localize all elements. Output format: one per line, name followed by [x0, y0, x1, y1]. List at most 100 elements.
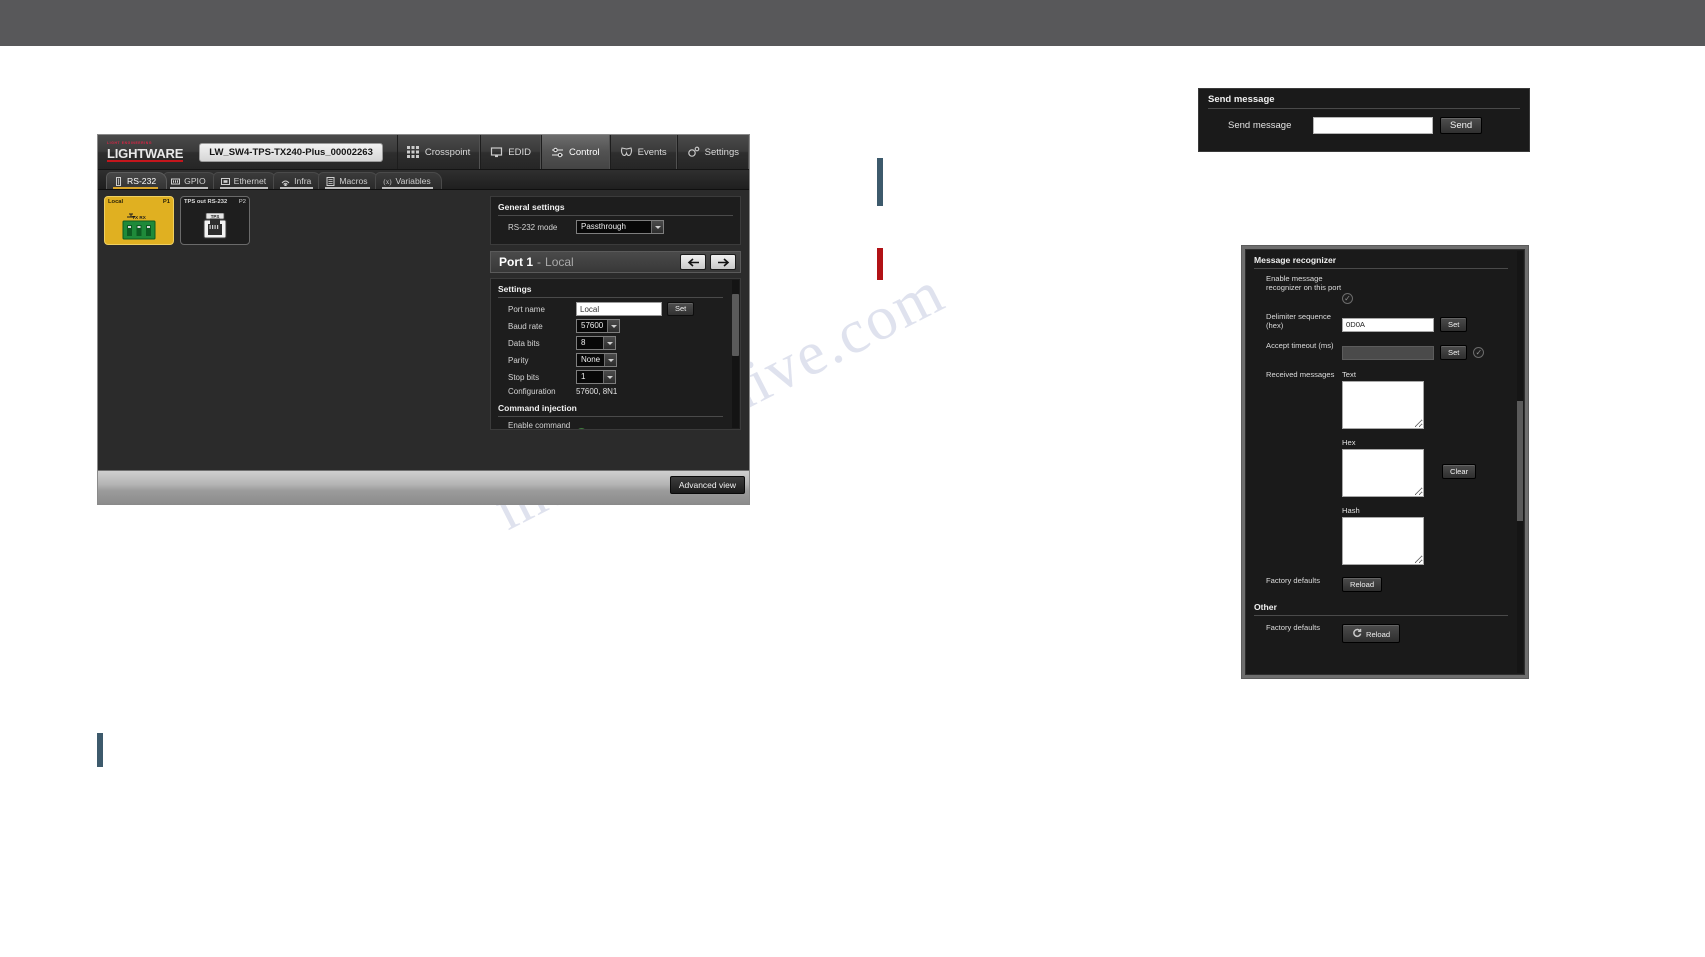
arrow-right-icon — [717, 257, 729, 267]
received-hex-caption: Hex — [1342, 438, 1356, 447]
x-var-icon: (x) — [383, 177, 392, 186]
port-name-input[interactable] — [576, 302, 662, 316]
menu-label-crosspoint: Crosspoint — [424, 146, 471, 158]
received-hex-area[interactable] — [1342, 449, 1424, 497]
tab-rs232[interactable]: RS-232 — [106, 172, 168, 189]
received-messages-label: Received messages — [1266, 370, 1335, 379]
device-name-field[interactable]: LW_SW4-TPS-TX240-Plus_00002263 — [199, 142, 383, 162]
delimiter-input[interactable] — [1342, 317, 1434, 332]
port-row: Local P1 TX RX TPS out RS-232 P2 TPS — [104, 196, 486, 245]
baud-rate-select[interactable]: 57600 — [576, 319, 621, 333]
enable-command-injection-checkbox[interactable]: ✓ — [576, 428, 587, 429]
accept-timeout-checkbox[interactable]: ✓ — [1473, 347, 1485, 358]
prev-port-button[interactable] — [680, 254, 706, 270]
menu-item-edid[interactable]: EDID — [480, 135, 541, 169]
other-factory-defaults-label: Factory defaults — [1266, 623, 1321, 632]
chevron-down-icon — [604, 354, 617, 366]
general-settings-title: General settings — [498, 202, 733, 216]
menu-label-control: Control — [569, 146, 600, 158]
other-reload-button[interactable]: Reload — [1342, 624, 1401, 643]
port-card-p2[interactable]: TPS out RS-232 P2 TPS — [180, 196, 250, 245]
scrollbar-thumb[interactable] — [1517, 401, 1523, 521]
stop-bits-value: 1 — [581, 372, 586, 381]
delimiter-label: Delimiter sequence (hex) — [1266, 312, 1331, 331]
port-card-p1-index: P1 — [162, 199, 170, 205]
baud-rate-label: Baud rate — [508, 321, 543, 331]
tab-gpio[interactable]: GPIO — [163, 172, 217, 189]
tab-strip: RS-232 GPIO Ethernet Infra Macros (x) Va… — [98, 170, 749, 190]
command-injection-title: Command injection — [498, 403, 723, 417]
port-card-p1[interactable]: Local P1 TX RX — [104, 196, 174, 245]
advanced-view-button[interactable]: Advanced view — [669, 476, 745, 494]
tab-infra[interactable]: Infra — [273, 172, 323, 189]
enable-command-injection-row: Enable command injection ✓ — [498, 421, 733, 429]
accept-timeout-row: Accept timeout (ms) Set ✓ — [1254, 341, 1516, 360]
data-bits-value: 8 — [581, 338, 586, 347]
tab-label-gpio: GPIO — [184, 176, 206, 186]
received-hash-area[interactable] — [1342, 517, 1424, 565]
message-recognizer-scrollbar[interactable] — [1517, 251, 1523, 673]
enable-recognizer-control: ✓ — [1342, 274, 1353, 304]
baud-rate-row: Baud rate 57600 — [498, 319, 733, 333]
other-section-title: Other — [1254, 602, 1508, 616]
recognizer-reload-button[interactable]: Reload — [1342, 577, 1383, 592]
data-bits-select[interactable]: 8 — [576, 336, 616, 350]
svg-text:(x): (x) — [383, 178, 392, 186]
menu-label-settings: Settings — [704, 146, 739, 158]
menu-item-events[interactable]: Events — [609, 135, 677, 169]
callout-mark-red — [877, 248, 883, 280]
tab-variables[interactable]: (x) Variables — [374, 172, 442, 189]
menu-label-edid: EDID — [508, 146, 531, 158]
configuration-label: Configuration — [508, 387, 556, 396]
settings-scrollbar[interactable] — [732, 280, 739, 428]
next-port-button[interactable] — [710, 254, 736, 270]
tab-label-infra: Infra — [294, 176, 312, 186]
menu-item-control[interactable]: Control — [541, 135, 610, 169]
logo-tagline: LIGHT ENGINEERING — [107, 140, 153, 145]
menu-item-settings[interactable]: Settings — [676, 135, 749, 169]
lightware-device-controller-window: LIGHT ENGINEERING LIGHTWARE LW_SW4-TPS-T… — [97, 134, 750, 505]
page-top-band — [0, 0, 1705, 46]
parity-select[interactable]: None — [576, 353, 618, 367]
send-button[interactable]: Send — [1440, 117, 1483, 134]
clear-received-button[interactable]: Clear — [1442, 464, 1477, 479]
main-body: Local P1 TX RX TPS out RS-232 P2 TPS Gen… — [98, 190, 749, 490]
other-factory-defaults-control: Reload — [1342, 623, 1401, 643]
rs232-mode-select[interactable]: Passthrough — [576, 220, 664, 234]
enable-recognizer-checkbox[interactable]: ✓ — [1342, 293, 1353, 304]
svg-text:TPS: TPS — [211, 214, 220, 219]
callout-mark-blue-bottom — [97, 733, 103, 767]
accept-timeout-set-button[interactable]: Set — [1440, 345, 1468, 360]
tab-label-macros: Macros — [339, 176, 368, 186]
recognizer-factory-defaults-label: Factory defaults — [1266, 576, 1321, 585]
stop-bits-select[interactable]: 1 — [576, 370, 616, 384]
tab-macros[interactable]: Macros — [318, 172, 379, 189]
data-bits-row: Data bits 8 — [498, 336, 733, 350]
settings-panel: Settings Port name Set Baud rate 57600 — [490, 278, 741, 430]
arrow-left-icon — [687, 257, 699, 267]
ir-icon — [281, 177, 290, 186]
send-message-row: Send message Send — [1208, 117, 1520, 134]
stop-bits-row: Stop bits 1 — [498, 370, 733, 384]
port-settings-pane: General settings RS-232 mode Passthrough… — [486, 190, 749, 490]
tab-ethernet[interactable]: Ethernet — [212, 172, 278, 189]
received-text-area[interactable] — [1342, 381, 1424, 429]
baud-rate-value: 57600 — [581, 321, 604, 330]
enable-recognizer-row: Enable message recognizer on this port ✓ — [1254, 274, 1516, 304]
header-menu: Crosspoint EDID Control Events Settings — [396, 135, 749, 169]
accept-timeout-input[interactable] — [1342, 345, 1434, 360]
port-card-p2-name: TPS out RS-232 — [184, 199, 228, 205]
rs232-mode-value: Passthrough — [581, 222, 626, 231]
port-card-p2-labels: TPS out RS-232 P2 — [184, 199, 246, 205]
delimiter-set-button[interactable]: Set — [1440, 317, 1468, 332]
refresh-icon — [1352, 628, 1362, 638]
delimiter-row: Delimiter sequence (hex) Set — [1254, 312, 1516, 332]
enable-recognizer-label: Enable message recognizer on this port — [1266, 274, 1342, 293]
menu-item-crosspoint[interactable]: Crosspoint — [396, 135, 481, 169]
send-message-input[interactable] — [1313, 117, 1433, 134]
general-settings-panel: General settings RS-232 mode Passthrough — [490, 196, 741, 245]
delimiter-control: Set — [1342, 316, 1468, 332]
grid-icon — [406, 145, 420, 159]
port-name-set-button[interactable]: Set — [667, 302, 695, 316]
scrollbar-thumb[interactable] — [732, 294, 739, 356]
